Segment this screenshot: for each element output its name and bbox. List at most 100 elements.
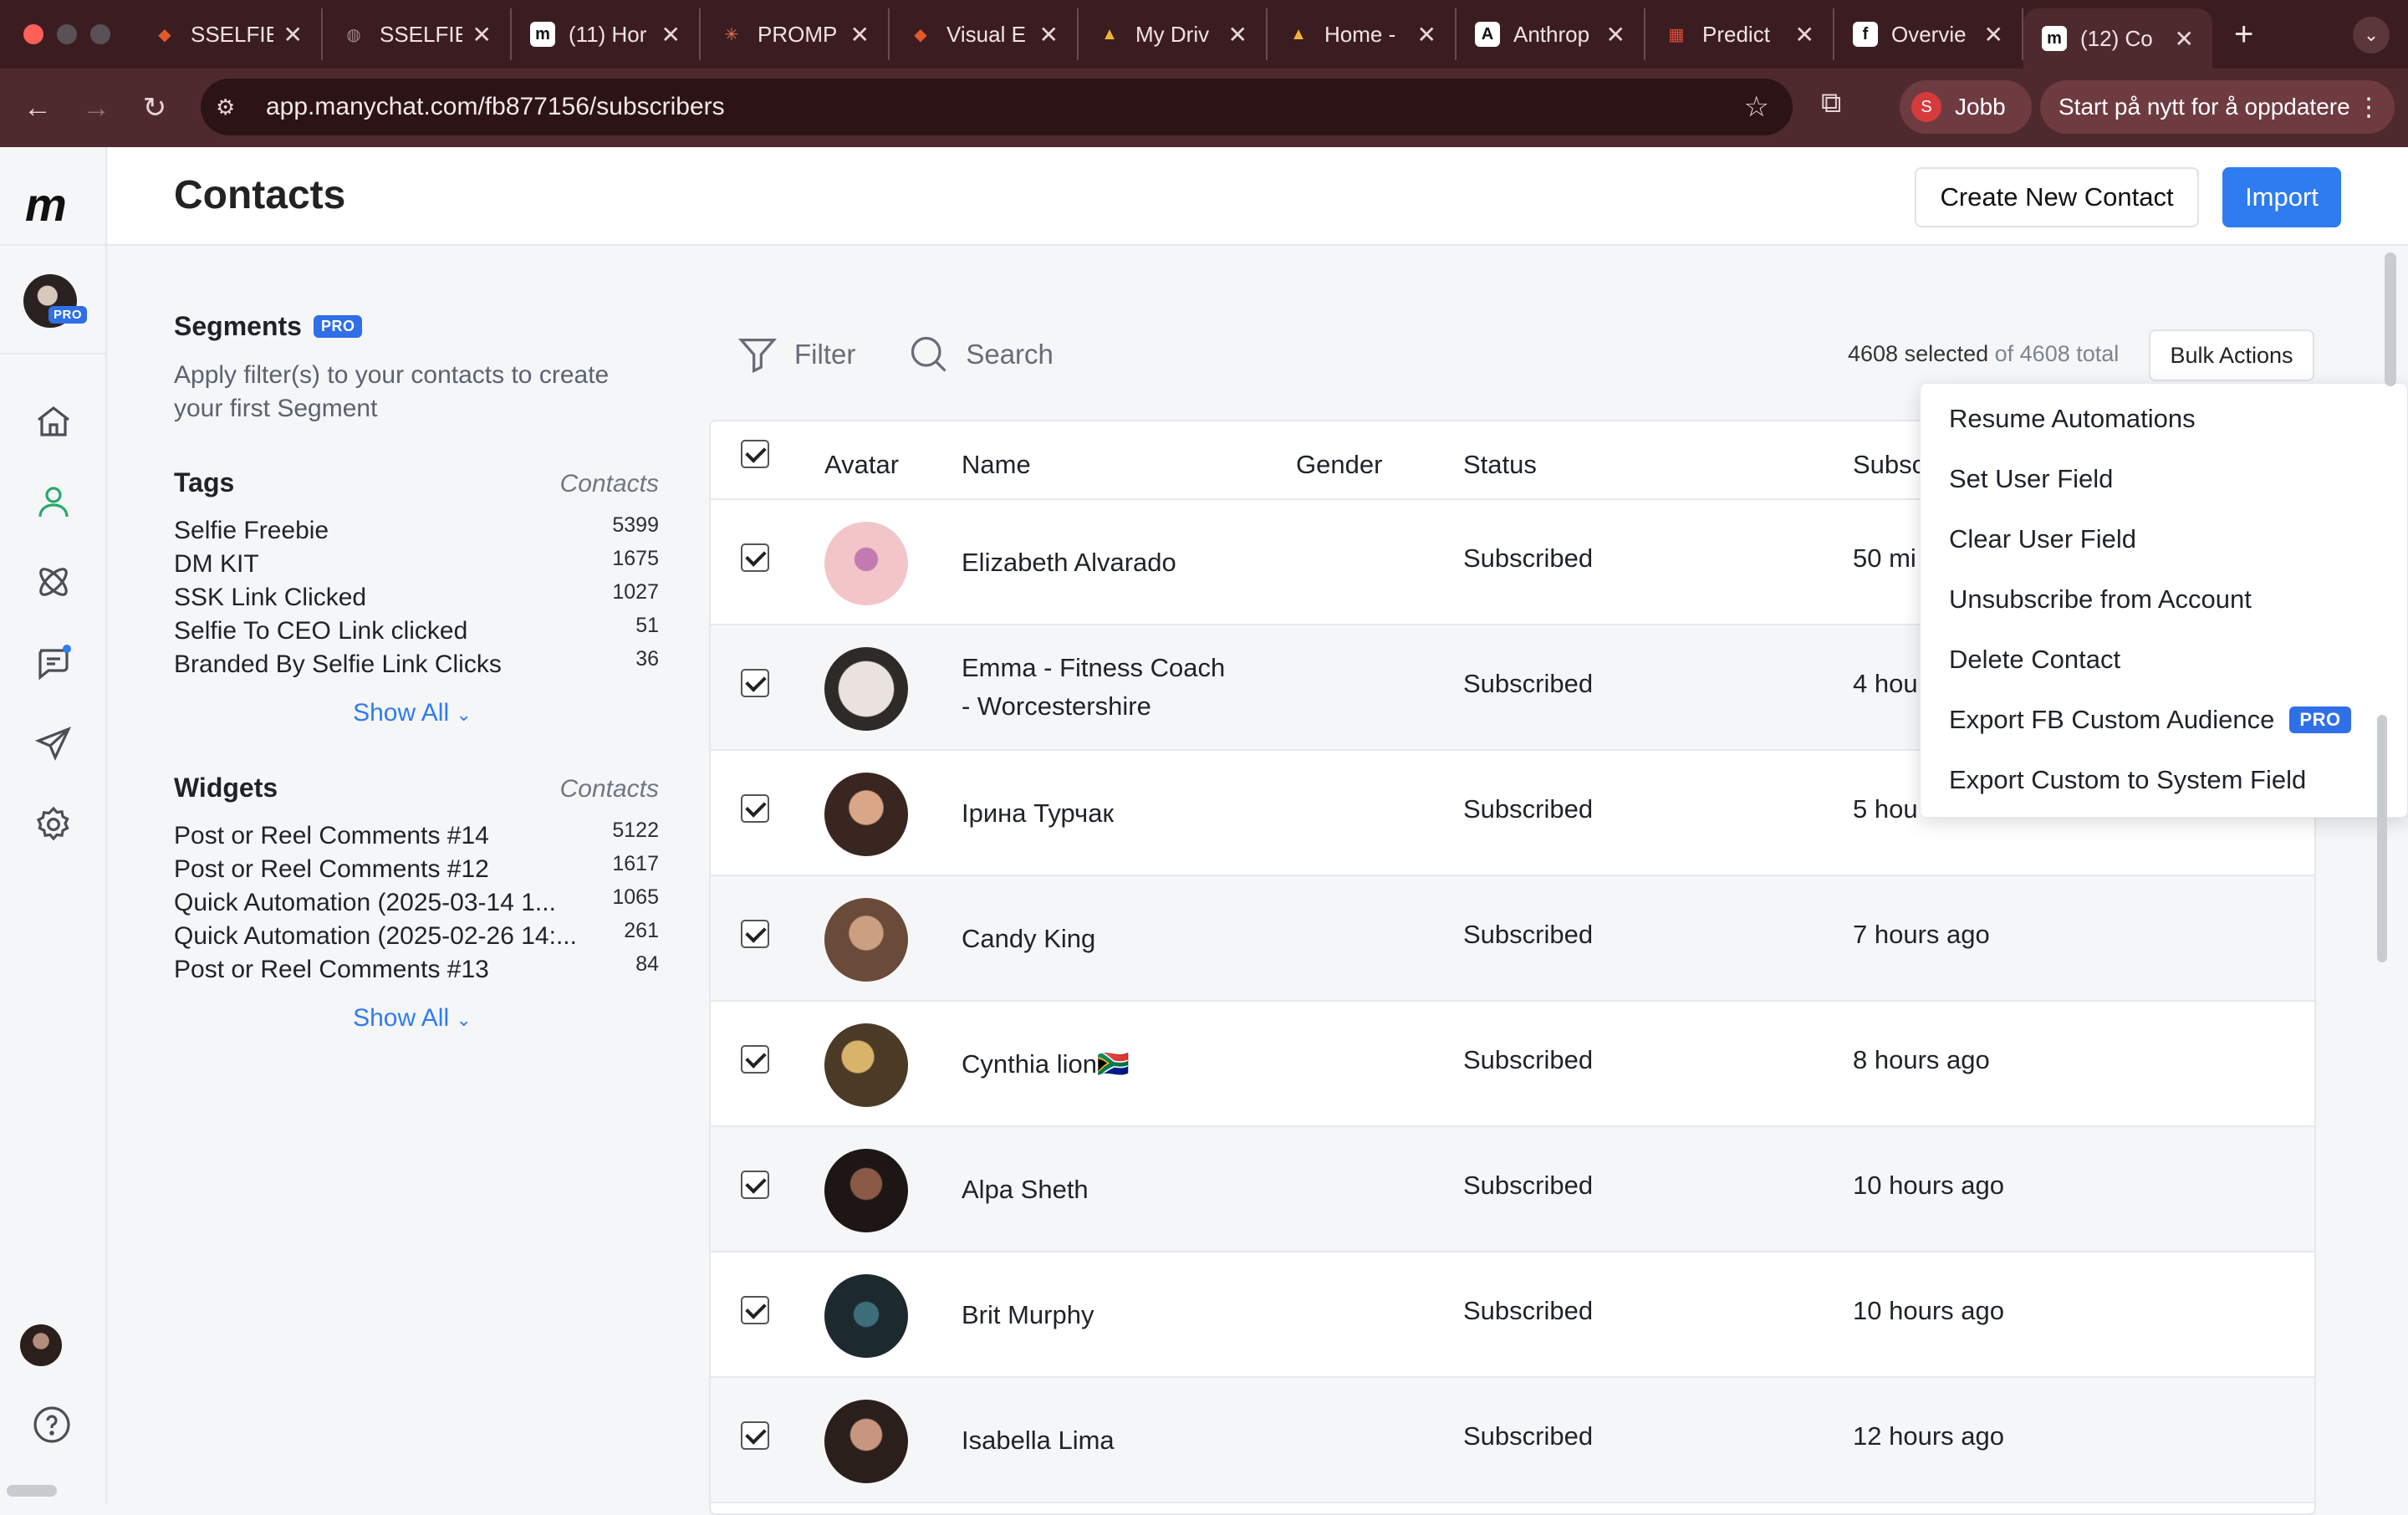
row-checkbox[interactable]	[741, 1045, 769, 1074]
tag-item[interactable]: Selfie Freebie 5399	[174, 513, 659, 550]
close-window-button[interactable]	[23, 24, 43, 44]
contact-name[interactable]: Alpa Sheth	[962, 1171, 1089, 1209]
widget-item[interactable]: Quick Automation (2025-02-26 14:... 261	[174, 919, 659, 956]
close-tab-icon[interactable]: ✕	[850, 21, 870, 48]
table-row[interactable]: Isabella Lima Subscribed 12 hours ago	[711, 1378, 2314, 1503]
broadcast-send-icon[interactable]	[33, 724, 74, 764]
import-button[interactable]: Import	[2222, 167, 2341, 227]
maximize-window-button[interactable]	[90, 24, 110, 44]
tag-item[interactable]: DM KIT 1675	[174, 547, 659, 584]
profile-button[interactable]: S Jobb	[1900, 80, 2032, 134]
tag-item[interactable]: Selfie To CEO Link clicked 51	[174, 614, 659, 650]
forward-arrow-icon[interactable]: →	[67, 92, 125, 125]
horizontal-scrollbar[interactable]	[7, 1485, 57, 1497]
browser-tab[interactable]: ◍ SSELFIE ✕	[323, 8, 512, 60]
close-tab-icon[interactable]: ✕	[1606, 21, 1625, 48]
avatar-column-header[interactable]: Avatar	[824, 450, 899, 480]
site-settings-icon[interactable]: ⚙	[216, 94, 249, 120]
close-tab-icon[interactable]: ✕	[1417, 21, 1436, 48]
bulk-menu-item[interactable]: Clear User Field	[1949, 524, 2136, 554]
table-row[interactable]: Candy King Subscribed 7 hours ago	[711, 876, 2314, 1002]
browser-tab[interactable]: ▲ Home - ✕	[1268, 8, 1457, 60]
bookmark-star-icon[interactable]: ☆	[1744, 90, 1769, 124]
subscribed-column-header[interactable]: Subsc	[1853, 450, 1925, 480]
restart-to-update-button[interactable]: Start på nytt for å oppdatere ⋮	[2040, 80, 2395, 134]
contact-name[interactable]: Brit Murphy	[962, 1296, 1094, 1334]
bulk-menu-item[interactable]: Delete Contact	[1949, 645, 2120, 675]
tag-item[interactable]: SSK Link Clicked 1027	[174, 580, 659, 617]
row-checkbox[interactable]	[741, 1171, 769, 1199]
row-checkbox[interactable]	[741, 1296, 769, 1324]
contact-name[interactable]: Cynthia lion🇿🇦	[962, 1045, 1130, 1084]
bulk-menu-item[interactable]: Resume Automations	[1949, 404, 2196, 434]
row-checkbox[interactable]	[741, 794, 769, 823]
widget-item[interactable]: Quick Automation (2025-03-14 1... 1065	[174, 885, 659, 922]
bulk-menu-item[interactable]: Set User Field	[1949, 464, 2113, 494]
table-row[interactable]: Brit Murphy Subscribed 10 hours ago	[711, 1252, 2314, 1378]
table-row[interactable]: Cynthia lion🇿🇦 Subscribed 8 hours ago	[711, 1002, 2314, 1127]
close-tab-icon[interactable]: ✕	[1795, 21, 1814, 48]
live-chat-icon[interactable]	[33, 642, 74, 682]
manychat-logo[interactable]: m	[25, 177, 67, 232]
bulk-menu-item[interactable]: Unsubscribe from Account	[1949, 584, 2252, 615]
address-bar[interactable]: ⚙ app.manychat.com/fb877156/subscribers …	[201, 79, 1793, 135]
tags-show-all-link[interactable]: Show All ⌄	[174, 699, 650, 727]
status-column-header[interactable]: Status	[1463, 450, 1537, 480]
widgets-show-all-link[interactable]: Show All ⌄	[174, 1004, 650, 1033]
reload-icon[interactable]: ↻	[125, 91, 184, 125]
row-checkbox[interactable]	[741, 920, 769, 948]
new-tab-button[interactable]: +	[2234, 16, 2253, 54]
tag-item[interactable]: Branded By Selfie Link Clicks 36	[174, 647, 659, 684]
gender-column-header[interactable]: Gender	[1296, 450, 1382, 480]
name-column-header[interactable]: Name	[962, 450, 1031, 480]
browser-tab[interactable]: f Overvie ✕	[1834, 8, 2023, 60]
contact-name[interactable]: Candy King	[962, 920, 1095, 958]
page-scrollbar[interactable]	[2385, 252, 2396, 386]
browser-tab[interactable]: A Anthrop ✕	[1457, 8, 1645, 60]
filter-button[interactable]: Filter	[736, 333, 855, 376]
home-icon[interactable]	[33, 401, 74, 441]
widget-item[interactable]: Post or Reel Comments #14 5122	[174, 819, 659, 855]
extensions-puzzle-icon[interactable]: ⧉	[1821, 87, 1841, 120]
menu-scrollbar[interactable]	[2377, 715, 2387, 962]
browser-tab[interactable]: ◆ Visual E ✕	[890, 8, 1079, 60]
close-tab-icon[interactable]: ✕	[661, 21, 681, 48]
more-vertical-icon[interactable]: ⋮	[2356, 93, 2381, 122]
browser-tab[interactable]: ✳ PROMP ✕	[701, 8, 890, 60]
close-tab-icon[interactable]: ✕	[283, 21, 303, 48]
bulk-menu-item[interactable]: Export FB Custom Audience PRO	[1949, 705, 2351, 735]
settings-gear-icon[interactable]	[33, 804, 74, 844]
search-button[interactable]: Search	[907, 333, 1054, 376]
url-text[interactable]: app.manychat.com/fb877156/subscribers	[266, 93, 725, 121]
close-tab-icon[interactable]: ✕	[1039, 21, 1059, 48]
create-new-contact-button[interactable]: Create New Contact	[1915, 167, 2199, 227]
row-checkbox[interactable]	[741, 669, 769, 697]
user-avatar[interactable]	[20, 1324, 62, 1366]
bulk-actions-button[interactable]: Bulk Actions	[2149, 329, 2314, 381]
bulk-menu-item[interactable]: Export Custom to System Field	[1949, 765, 2306, 795]
help-question-icon[interactable]	[32, 1405, 72, 1445]
contact-name[interactable]: Elizabeth Alvarado	[962, 543, 1176, 582]
back-arrow-icon[interactable]: ←	[8, 92, 67, 125]
browser-tab[interactable]: ◆ SSELFIE ✕	[134, 8, 323, 60]
table-row[interactable]: Alpa Sheth Subscribed 10 hours ago	[711, 1127, 2314, 1252]
automation-atom-icon[interactable]	[33, 562, 74, 602]
contacts-person-icon[interactable]	[33, 482, 74, 522]
minimize-window-button[interactable]	[57, 24, 77, 44]
browser-tab[interactable]: ▲ My Driv ✕	[1079, 8, 1268, 60]
browser-tab[interactable]: ▦ Predict ✕	[1645, 8, 1834, 60]
contact-name[interactable]: Emma - Fitness Coach - Worcestershire	[962, 649, 1225, 726]
close-tab-icon[interactable]: ✕	[1984, 21, 2003, 48]
select-all-checkbox[interactable]	[741, 440, 769, 468]
row-checkbox[interactable]	[741, 1421, 769, 1450]
close-tab-icon[interactable]: ✕	[2175, 25, 2194, 53]
widget-item[interactable]: Post or Reel Comments #13 84	[174, 952, 659, 989]
close-tab-icon[interactable]: ✕	[472, 21, 492, 48]
browser-tab[interactable]: m (11) Hor ✕	[512, 8, 701, 60]
tab-search-chevron-icon[interactable]: ⌄	[2353, 17, 2390, 54]
row-checkbox[interactable]	[741, 543, 769, 572]
close-tab-icon[interactable]: ✕	[1228, 21, 1247, 48]
contact-name[interactable]: Ірина Турчак	[962, 794, 1114, 833]
contact-name[interactable]: Isabella Lima	[962, 1421, 1115, 1460]
widget-item[interactable]: Post or Reel Comments #12 1617	[174, 852, 659, 889]
